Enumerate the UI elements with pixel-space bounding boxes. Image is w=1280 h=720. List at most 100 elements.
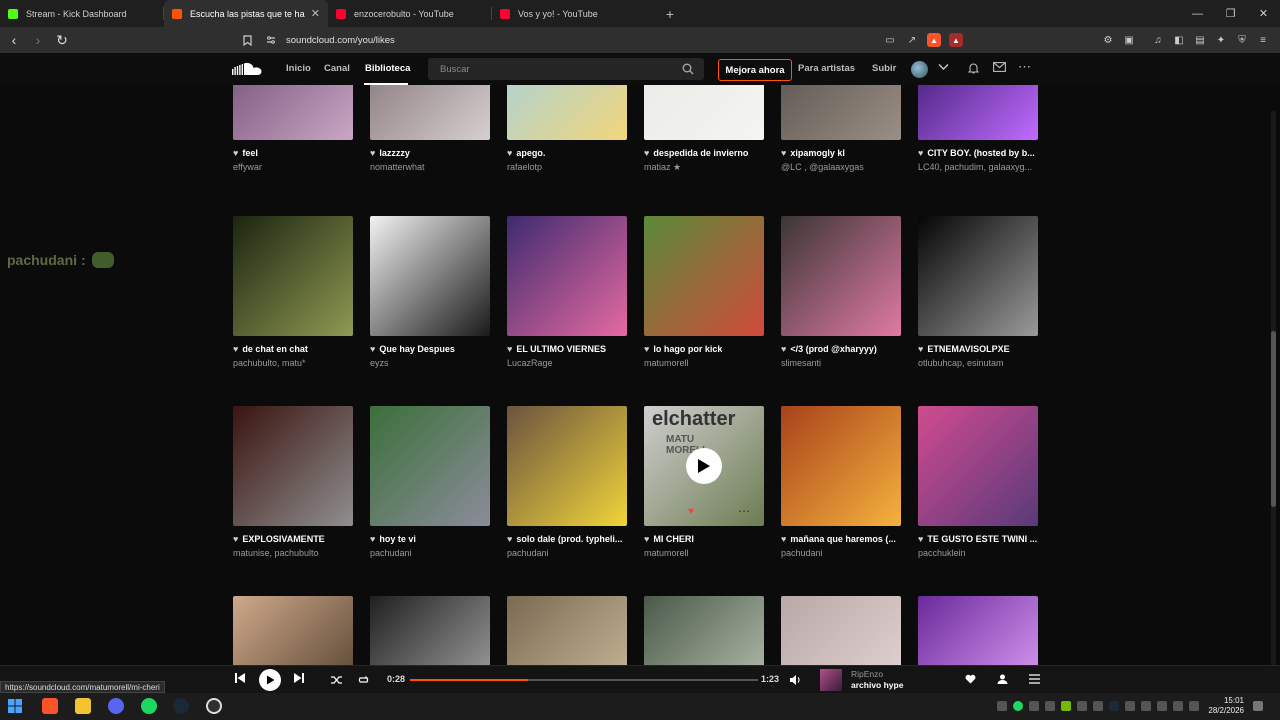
share-icon[interactable]: ↗: [905, 33, 919, 47]
more-options-icon[interactable]: ⋯: [1018, 59, 1031, 75]
minimize-button[interactable]: —: [1181, 0, 1214, 27]
play-button[interactable]: [259, 669, 281, 691]
tray-app-icon[interactable]: [1093, 701, 1103, 711]
track-card[interactable]: [918, 596, 1038, 665]
queue-list-icon[interactable]: [1029, 673, 1040, 687]
track-card[interactable]: ♥ mañana que haremos (... pachudani: [781, 406, 901, 558]
search-input[interactable]: [440, 63, 670, 75]
liked-heart-icon[interactable]: ♥: [918, 344, 923, 354]
windows-start-icon[interactable]: [8, 699, 22, 713]
wallet-icon[interactable]: ▤: [1193, 33, 1207, 47]
track-title[interactable]: MI CHERI: [653, 534, 694, 544]
nav-inicio[interactable]: Inicio: [286, 63, 311, 74]
reload-button[interactable]: ↻: [52, 30, 72, 50]
track-artwork[interactable]: [781, 406, 901, 526]
nav-canal[interactable]: Canal: [324, 63, 350, 74]
notifications-icon[interactable]: [1253, 701, 1263, 711]
card-like-heart-icon[interactable]: ♥: [688, 506, 694, 517]
track-artwork[interactable]: [918, 596, 1038, 665]
chevron-down-icon[interactable]: [938, 62, 949, 74]
track-artwork[interactable]: [370, 216, 490, 336]
now-playing-artist[interactable]: RipEnzo: [851, 669, 883, 679]
vpn-icon[interactable]: ⛨: [1235, 33, 1249, 47]
track-card[interactable]: ♥ Que hay Despues eyzs: [370, 216, 490, 368]
track-card[interactable]: ♥ hoy te vi pachudani: [370, 406, 490, 558]
track-artwork[interactable]: [233, 216, 353, 336]
repeat-icon[interactable]: [358, 674, 369, 688]
track-title[interactable]: mañana que haremos (...: [790, 534, 896, 544]
next-track-icon[interactable]: [293, 672, 305, 687]
tray-app-icon[interactable]: [1029, 701, 1039, 711]
volume-icon[interactable]: [790, 674, 802, 688]
track-title[interactable]: TE GUSTO ESTE TWINI ...: [927, 534, 1037, 544]
track-artwork[interactable]: [233, 596, 353, 665]
soundcloud-logo-icon[interactable]: [232, 61, 264, 77]
now-playing-artwork[interactable]: [820, 669, 842, 691]
track-card[interactable]: ♥ </3 (prod @xharyyy) slimesanti: [781, 216, 901, 368]
extensions-icon[interactable]: ⚙: [1101, 33, 1115, 47]
track-artwork[interactable]: [918, 216, 1038, 336]
liked-heart-icon[interactable]: ♥: [781, 344, 786, 354]
tray-volume-icon[interactable]: [1173, 701, 1183, 711]
page-scrollbar-thumb[interactable]: [1271, 331, 1276, 507]
obs-taskbar-icon[interactable]: [206, 698, 222, 714]
track-artwork[interactable]: [507, 406, 627, 526]
address-bar[interactable]: soundcloud.com/you/likes ▭ ↗ ▲ ▲: [240, 30, 963, 50]
track-artist[interactable]: matunise, pachubulto: [233, 548, 353, 558]
for-artists-link[interactable]: Para artistas: [798, 63, 855, 74]
track-artist[interactable]: pachudani: [370, 548, 490, 558]
liked-heart-icon[interactable]: ♥: [644, 534, 649, 544]
track-artwork[interactable]: [644, 216, 764, 336]
tab-youtube-vos-y-yo[interactable]: Vos y yo! - YouTube: [492, 0, 656, 27]
now-playing-title[interactable]: archivo hype: [851, 680, 903, 690]
liked-heart-icon[interactable]: ♥: [233, 344, 238, 354]
file-explorer-taskbar-icon[interactable]: [75, 698, 91, 714]
tray-network-icon[interactable]: [1157, 701, 1167, 711]
tab-search-icon[interactable]: ▣: [1122, 33, 1136, 47]
track-card[interactable]: [781, 596, 901, 665]
card-more-icon[interactable]: ⋯: [738, 504, 750, 518]
track-title[interactable]: de chat en chat: [242, 344, 308, 354]
cast-icon[interactable]: ▭: [883, 33, 897, 47]
leo-ai-icon[interactable]: ✦: [1214, 33, 1228, 47]
media-icon[interactable]: ♫: [1151, 33, 1165, 47]
system-clock[interactable]: 15:01 28/2/2026: [1206, 696, 1244, 716]
tray-spotify-icon[interactable]: [1013, 701, 1023, 711]
track-artist[interactable]: nomatterwhat: [370, 162, 490, 172]
liked-heart-icon[interactable]: ♥: [644, 344, 649, 354]
upgrade-button[interactable]: Mejora ahora: [718, 59, 792, 81]
track-title[interactable]: Que hay Despues: [379, 344, 455, 354]
previous-track-icon[interactable]: [234, 672, 246, 687]
track-card[interactable]: ♥ de chat en chat pachubulto, matu*: [233, 216, 353, 368]
track-artist[interactable]: matumorell: [644, 548, 764, 558]
tray-steam-icon[interactable]: [1109, 701, 1119, 711]
track-artwork[interactable]: [233, 406, 353, 526]
tray-battery-icon[interactable]: [1189, 701, 1199, 711]
track-artist[interactable]: eyzs: [370, 358, 490, 368]
track-artwork[interactable]: [781, 216, 901, 336]
liked-heart-icon[interactable]: ♥: [507, 344, 512, 354]
track-card[interactable]: [644, 596, 764, 665]
liked-heart-icon[interactable]: ♥: [370, 534, 375, 544]
tray-app-icon[interactable]: [1077, 701, 1087, 711]
track-artist[interactable]: pachubulto, matu*: [233, 358, 353, 368]
liked-heart-icon[interactable]: ♥: [370, 344, 375, 354]
play-overlay-button[interactable]: [686, 448, 722, 484]
track-artist[interactable]: pachudani: [507, 548, 627, 558]
liked-heart-icon[interactable]: ♥: [507, 148, 512, 158]
liked-heart-icon[interactable]: ♥: [781, 534, 786, 544]
tab-kick-dashboard[interactable]: Stream - Kick Dashboard: [0, 0, 164, 27]
track-title[interactable]: lo hago por kick: [653, 344, 722, 354]
track-artist[interactable]: effywar: [233, 162, 353, 172]
track-artwork[interactable]: [918, 406, 1038, 526]
track-title[interactable]: apego.: [516, 148, 545, 158]
nav-biblioteca[interactable]: Biblioteca: [365, 63, 410, 74]
track-artist[interactable]: otlubuhcap, esinutam: [918, 358, 1038, 368]
close-window-button[interactable]: ✕: [1247, 0, 1280, 27]
tab-soundcloud-likes[interactable]: Escucha las pistas que te han gu ✕: [164, 0, 328, 27]
track-title[interactable]: despedida de invierno: [653, 148, 748, 158]
liked-heart-icon[interactable]: ♥: [233, 148, 238, 158]
user-avatar[interactable]: [911, 61, 928, 78]
back-button[interactable]: ‹: [4, 30, 24, 50]
liked-heart-icon[interactable]: ♥: [233, 534, 238, 544]
